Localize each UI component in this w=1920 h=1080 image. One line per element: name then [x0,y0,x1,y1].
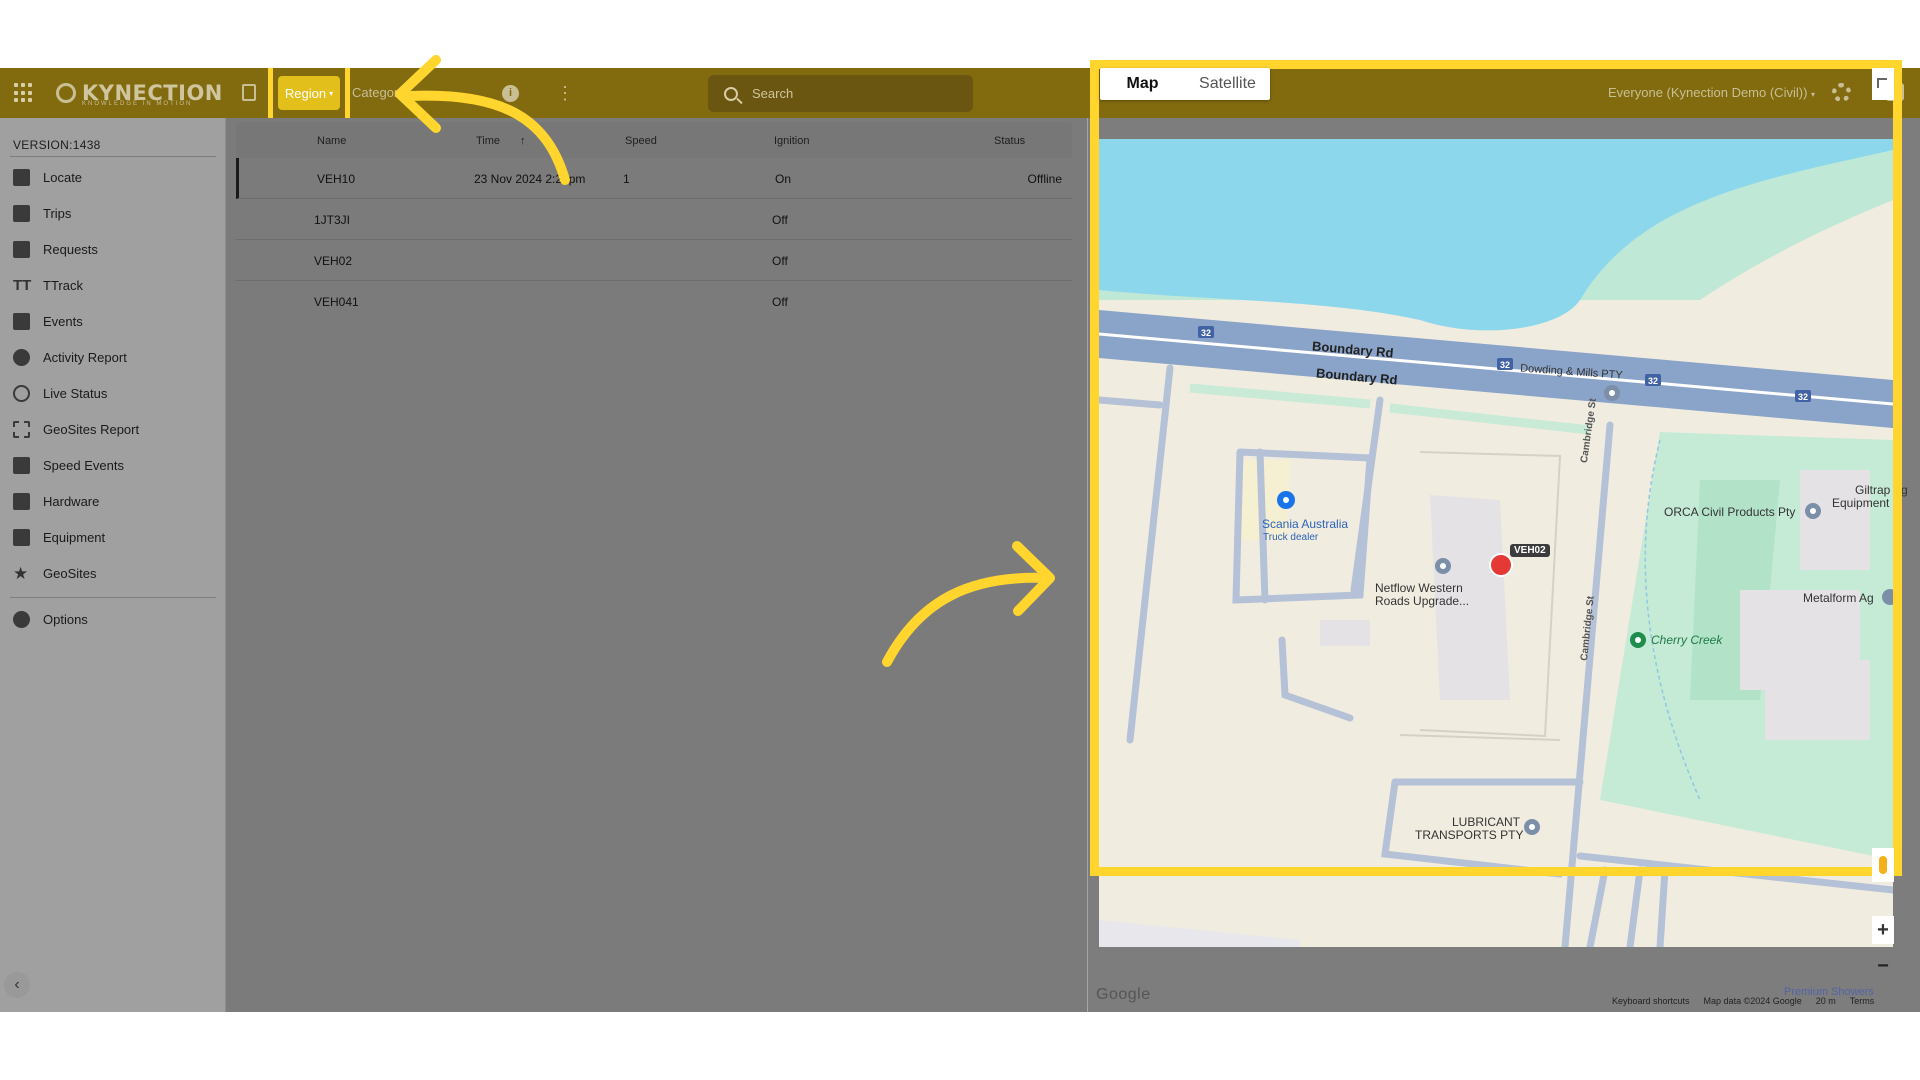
keyboard-shortcuts-link[interactable]: Keyboard shortcuts [1612,996,1690,1006]
map-data-attribution: Map data ©2024 Google [1703,996,1802,1006]
terms-link[interactable]: Terms [1850,996,1875,1006]
map-type-satellite-button[interactable]: Satellite [1185,68,1270,100]
zoom-in-button[interactable]: + [1872,916,1894,944]
map-footer: Keyboard shortcuts Map data ©2024 Google… [1612,996,1874,1006]
google-logo: Google [1096,986,1151,1003]
map-type-map-button[interactable]: Map [1100,68,1185,100]
map-highlight-box [1090,60,1902,876]
map-type-toggle: Map Satellite [1100,68,1270,100]
zoom-out-button[interactable]: − [1872,952,1894,980]
street-view-icon[interactable] [1872,848,1894,882]
scale-bar: 20 m [1815,996,1836,1006]
fullscreen-icon[interactable] [1872,68,1894,100]
